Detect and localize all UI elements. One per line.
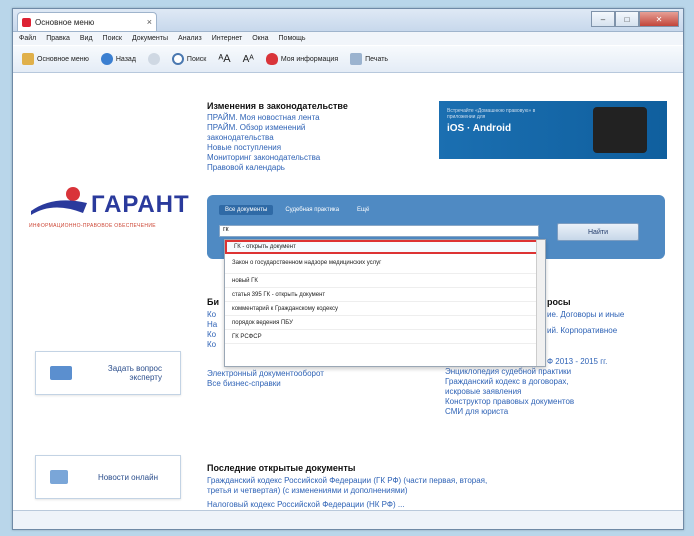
main-menu-button[interactable]: Основное меню — [19, 51, 92, 67]
suggestion-item[interactable]: ГК РСФСР — [225, 330, 545, 344]
banner-text: Встречайте «Домашнюю правовую» в приложе… — [447, 108, 536, 120]
changes-section: Изменения в законодательстве ПРАЙМ. Моя … — [207, 101, 427, 173]
home-icon — [22, 53, 34, 65]
latest-documents-section: Последние открытые документы Гражданский… — [207, 463, 647, 510]
questions-heading: росы — [547, 297, 571, 307]
questions-link[interactable]: СМИ для юриста — [445, 407, 675, 417]
menu-view[interactable]: Вид — [80, 35, 93, 42]
changes-link[interactable]: Правовой календарь — [207, 163, 427, 173]
find-submit-button[interactable]: Найти — [557, 223, 639, 241]
font-increase-icon: ᴬA — [218, 53, 231, 65]
tab-all-documents[interactable]: Все документы — [219, 205, 274, 215]
tab-more[interactable]: Ещё — [351, 205, 375, 215]
garant-logo: ГАРАНТ ИНФОРМАЦИОННО-ПРАВОВОЕ ОБЕСПЕЧЕНИ… — [29, 185, 189, 231]
mobile-app-banner[interactable]: Встречайте «Домашнюю правовую» в приложе… — [439, 101, 667, 159]
main-menu-label: Основное меню — [37, 55, 89, 63]
font-decrease-icon: Aᴬ — [242, 53, 254, 65]
search-tabs: Все документы Судебная практика Ещё — [219, 205, 375, 215]
menu-edit[interactable]: Правка — [46, 35, 70, 42]
latest-document-link[interactable]: третья и четвертая) (с изменениями и доп… — [207, 486, 647, 496]
app-window: Основное меню × – □ ✕ Файл Правка Вид По… — [12, 8, 684, 530]
chat-icon — [50, 366, 72, 380]
menu-internet[interactable]: Интернет — [212, 35, 243, 42]
questions-link[interactable]: Гражданский кодекс в договорах, — [445, 377, 675, 387]
my-info-label: Моя информация — [280, 55, 339, 63]
logo-swoosh-icon — [31, 187, 87, 215]
suggestion-item[interactable]: Закон о государственном надзоре медицинс… — [225, 254, 545, 274]
suggestions-scrollbar[interactable] — [536, 240, 545, 366]
menu-search[interactable]: Поиск — [103, 35, 122, 42]
latest-document-link[interactable]: Налоговый кодекс Российской Федерации (Н… — [207, 500, 647, 510]
questions-link[interactable]: Энциклопедия судебной практики — [445, 367, 675, 377]
find-label: Поиск — [186, 55, 207, 63]
back-label: Назад — [115, 55, 136, 63]
maximize-button[interactable]: □ — [615, 11, 639, 27]
garant-icon — [22, 17, 31, 27]
online-news-label: Новости онлайн — [97, 472, 158, 482]
close-window-button[interactable]: ✕ — [639, 11, 679, 27]
questions-link[interactable]: искровые заявления — [445, 387, 675, 397]
ask-expert-label: Задать вопрос эксперту — [107, 364, 162, 382]
online-news-card[interactable]: Новости онлайн — [35, 455, 181, 499]
suggestion-item[interactable]: статья 395 ГК - открыть документ — [225, 288, 545, 302]
business-more: Электронный документооборот Все бизнес-с… — [207, 369, 407, 389]
suggestion-item[interactable]: ГК - открыть документ — [225, 240, 545, 254]
window-controls: – □ ✕ — [591, 11, 679, 27]
tab-main-menu[interactable]: Основное меню × — [17, 12, 157, 31]
questions-link[interactable]: ие. Договоры и иные — [547, 310, 677, 320]
search-suggestions: ГК - открыть документ Закон о государств… — [224, 239, 546, 367]
latest-documents-heading: Последние открытые документы — [207, 463, 356, 473]
changes-link[interactable]: ПРАЙМ. Моя новостная лента — [207, 113, 427, 123]
tab-title: Основное меню — [35, 17, 95, 27]
forward-arrow-icon — [147, 53, 160, 65]
title-bar: Основное меню × – □ ✕ — [13, 9, 683, 32]
menu-help[interactable]: Помощь — [279, 35, 306, 42]
minimize-button[interactable]: – — [591, 11, 615, 27]
forward-button[interactable] — [145, 51, 163, 67]
changes-link[interactable]: законодательства — [207, 133, 427, 143]
changes-link[interactable]: Новые поступления — [207, 143, 427, 153]
search-input[interactable]: гк — [219, 225, 539, 237]
main-content: Изменения в законодательстве ПРАЙМ. Моя … — [13, 73, 683, 511]
menu-analysis[interactable]: Анализ — [178, 35, 202, 42]
questions-link[interactable]: ий. Корпоративное — [547, 326, 677, 336]
menu-documents[interactable]: Документы — [132, 35, 168, 42]
print-list-button[interactable]: Печать — [347, 51, 391, 67]
banner-platforms: iOS · Android — [447, 123, 512, 134]
menu-windows[interactable]: Окна — [252, 35, 268, 42]
changes-heading: Изменения в законодательстве — [207, 101, 348, 111]
suggestion-item[interactable]: порядок ведения ПБУ — [225, 316, 545, 330]
questions-link[interactable]: Конструктор правовых документов — [445, 397, 675, 407]
menu-file[interactable]: Файл — [19, 35, 36, 42]
ask-expert-card[interactable]: Задать вопрос эксперту — [35, 351, 181, 395]
suggestion-item[interactable]: комментарий к Гражданскому кодексу — [225, 302, 545, 316]
font-decrease-button[interactable]: Aᴬ — [240, 52, 257, 67]
questions-section: росы ие. Договоры и иные ий. Корпоративн… — [547, 297, 677, 336]
business-link[interactable]: Все бизнес-справки — [207, 379, 407, 389]
business-link[interactable]: Электронный документооборот — [207, 369, 407, 379]
toolbar: Основное меню Назад Поиск ᴬA Aᴬ Моя инфо… — [13, 46, 683, 73]
changes-link[interactable]: Мониторинг законодательства — [207, 153, 427, 163]
printer-icon — [350, 53, 363, 65]
back-button[interactable]: Назад — [98, 51, 139, 67]
changes-link[interactable]: ПРАЙМ. Обзор изменений — [207, 123, 427, 133]
logo-subtitle: ИНФОРМАЦИОННО-ПРАВОВОЕ ОБЕСПЕЧЕНИЕ — [29, 223, 156, 229]
suggestion-item[interactable]: новый ГК — [225, 274, 545, 288]
find-button[interactable]: Поиск — [169, 51, 209, 67]
logo-text: ГАРАНТ — [91, 191, 190, 218]
close-tab-icon[interactable]: × — [147, 17, 152, 27]
news-icon — [50, 470, 68, 484]
latest-document-link[interactable]: Гражданский кодекс Российской Федерации … — [207, 476, 647, 486]
tab-court-practice[interactable]: Судебная практика — [279, 205, 345, 215]
status-bar — [13, 510, 683, 529]
heart-icon — [265, 53, 278, 65]
print-list-label: Печать — [365, 55, 389, 63]
phone-image — [593, 107, 647, 153]
back-arrow-icon — [100, 53, 113, 65]
font-increase-button[interactable]: ᴬA — [215, 51, 233, 67]
my-info-button[interactable]: Моя информация — [263, 51, 341, 67]
magnifier-icon — [171, 53, 184, 65]
menu-bar: Файл Правка Вид Поиск Документы Анализ И… — [13, 32, 683, 45]
